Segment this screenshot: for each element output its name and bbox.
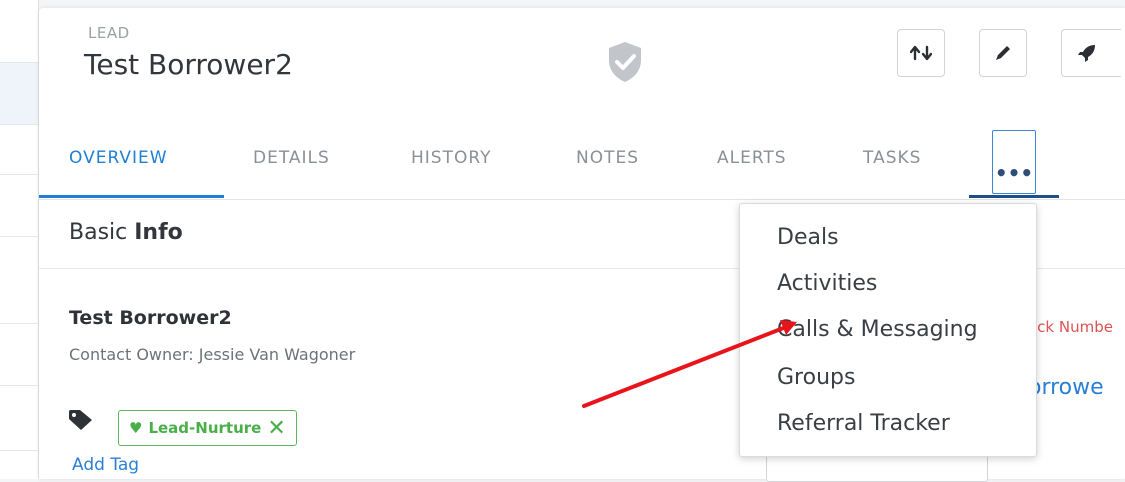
shield-check-icon [609, 42, 641, 82]
tab-details[interactable]: DETAILS [253, 148, 330, 168]
record-tabs: OVERVIEW DETAILS HISTORY NOTES ALERTS TA… [39, 126, 1125, 200]
menu-item-referral-tracker[interactable]: Referral Tracker [777, 411, 950, 436]
tag-icon [69, 410, 92, 430]
left-list-row[interactable] [0, 174, 38, 175]
contact-name: Test Borrower2 [69, 307, 232, 329]
add-tag-link[interactable]: Add Tag [72, 455, 139, 475]
more-tab-indicator [969, 195, 1059, 198]
left-list-row[interactable] [0, 450, 38, 451]
left-list-row[interactable] [0, 385, 38, 386]
tag-label: Lead-Nurture [148, 419, 262, 437]
more-tabs-button[interactable]: ••• [992, 130, 1036, 194]
left-list-row[interactable] [0, 236, 38, 237]
record-type-label: LEAD [88, 24, 130, 42]
left-list-highlight [0, 62, 38, 124]
tab-history[interactable]: HISTORY [411, 148, 491, 168]
menu-item-calls-messaging[interactable]: Calls & Messaging [777, 317, 978, 342]
left-list-row[interactable] [0, 323, 38, 324]
heart-icon: ♥ [129, 419, 143, 437]
contact-owner: Contact Owner: Jessie Van Wagoner [69, 345, 356, 364]
menu-item-deals[interactable]: Deals [777, 225, 839, 250]
menu-item-activities[interactable]: Activities [777, 271, 877, 296]
tab-alerts[interactable]: ALERTS [717, 148, 787, 168]
edit-button[interactable] [979, 29, 1027, 77]
more-dropdown-menu: Deals Activities Calls & Messaging Group… [739, 203, 1037, 457]
left-list-strip [0, 0, 39, 479]
active-tab-indicator [39, 195, 224, 198]
left-list-row[interactable] [0, 124, 38, 125]
section-title: Basic Info [69, 220, 183, 245]
left-list-row[interactable] [0, 62, 38, 63]
partial-red-label: ock Numbe [1028, 318, 1113, 336]
tab-notes[interactable]: NOTES [576, 148, 639, 168]
rocket-icon [1077, 45, 1095, 62]
tag-chip[interactable]: ♥ Lead-Nurture ✕ [118, 410, 297, 446]
ellipsis-icon: ••• [994, 161, 1034, 185]
menu-item-groups[interactable]: Groups [777, 365, 855, 390]
launch-button[interactable] [1061, 29, 1121, 77]
section-title-bold: Info [134, 220, 183, 245]
section-title-prefix: Basic [69, 220, 135, 245]
tab-overview[interactable]: OVERVIEW [69, 148, 168, 168]
pencil-icon [996, 46, 1010, 60]
close-icon[interactable]: ✕ [267, 416, 285, 441]
record-title: Test Borrower2 [84, 48, 293, 81]
transfer-arrows-icon [910, 45, 932, 61]
transfer-button[interactable] [897, 29, 945, 77]
partial-blue-link[interactable]: orrowe [1028, 375, 1104, 400]
tab-tasks[interactable]: TASKS [863, 148, 921, 168]
